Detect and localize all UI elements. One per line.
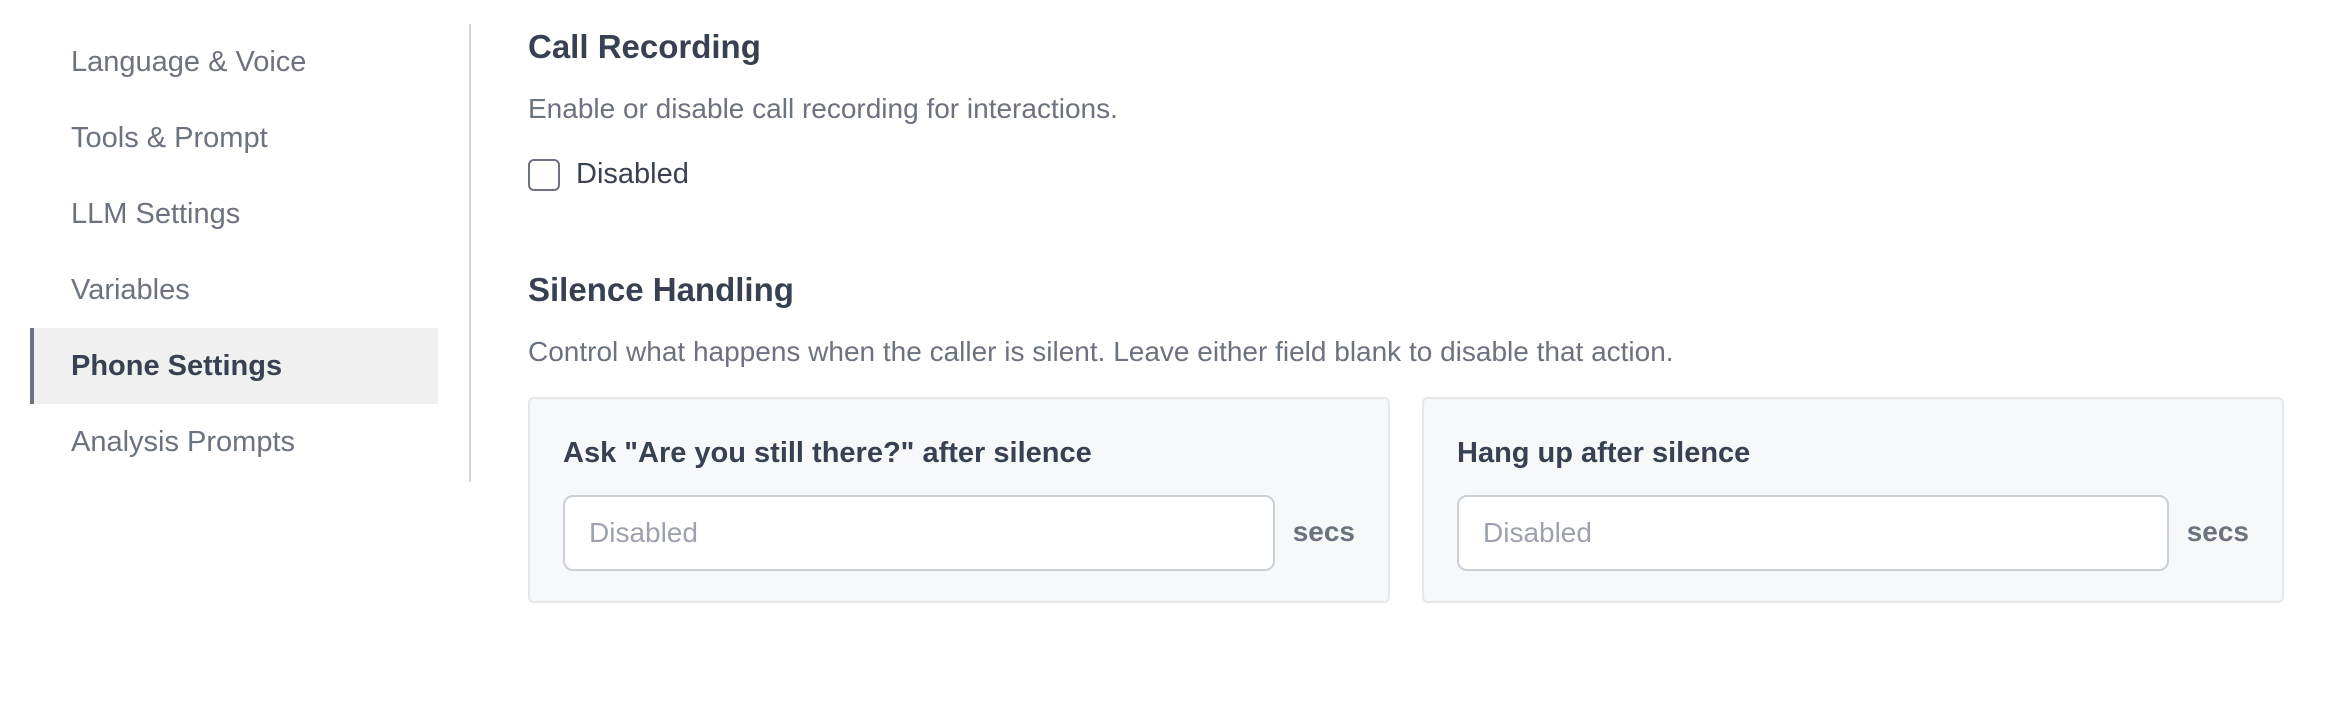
ask-still-there-label: Ask "Are you still there?" after silence [563, 437, 1092, 469]
sidebar-item-label: LLM Settings [71, 197, 241, 230]
ask-still-there-input[interactable] [563, 495, 1275, 571]
hang-up-label: Hang up after silence [1457, 437, 1751, 469]
sidebar-item-label: Variables [71, 273, 190, 306]
hang-up-input[interactable] [1457, 495, 2169, 571]
sidebar-item-phone-settings[interactable]: Phone Settings [30, 328, 438, 404]
ask-still-there-card: Ask "Are you still there?" after silence… [528, 397, 1390, 603]
hang-up-card: Hang up after silence secs [1422, 397, 2284, 603]
silence-handling-description: Control what happens when the caller is … [528, 336, 1674, 367]
sidebar-item-label: Tools & Prompt [71, 121, 268, 154]
sidebar-item-analysis-prompts[interactable]: Analysis Prompts [30, 404, 438, 480]
sidebar-item-variables[interactable]: Variables [30, 252, 438, 328]
call-recording-checkbox-label: Disabled [576, 158, 689, 190]
hang-up-unit: secs [2186, 516, 2249, 547]
sidebar-item-llm-settings[interactable]: LLM Settings [30, 176, 438, 252]
call-recording-title: Call Recording [528, 28, 761, 65]
ask-still-there-unit: secs [1292, 516, 1355, 547]
call-recording-toggle[interactable]: Disabled [528, 158, 689, 191]
call-recording-checkbox[interactable] [528, 158, 560, 191]
sidebar-item-tools-prompt[interactable]: Tools & Prompt [30, 100, 438, 176]
silence-handling-title: Silence Handling [528, 271, 794, 308]
settings-sidebar: Language & Voice Tools & Prompt LLM Sett… [30, 24, 438, 480]
sidebar-item-label: Phone Settings [71, 349, 283, 382]
sidebar-divider [469, 24, 471, 482]
call-recording-description: Enable or disable call recording for int… [528, 93, 1118, 124]
sidebar-item-label: Analysis Prompts [71, 425, 296, 458]
sidebar-item-language-voice[interactable]: Language & Voice [30, 24, 438, 100]
sidebar-item-label: Language & Voice [71, 45, 307, 78]
settings-page: Language & Voice Tools & Prompt LLM Sett… [0, 0, 2339, 713]
